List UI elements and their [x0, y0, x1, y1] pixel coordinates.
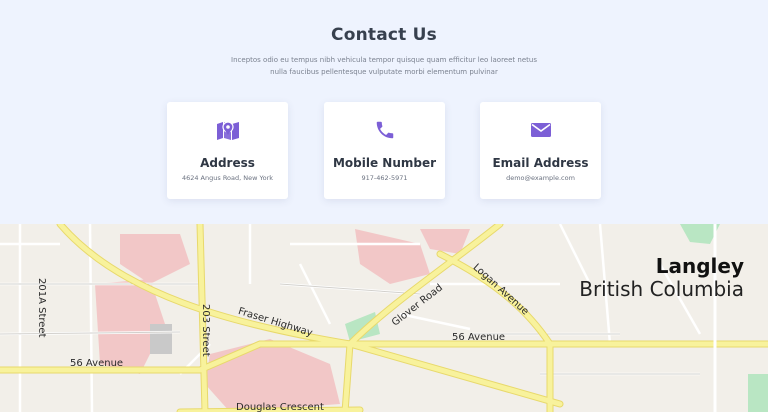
- map-zone: [355, 229, 430, 284]
- map-park: [345, 312, 380, 342]
- email-value: demo@example.com: [506, 174, 575, 182]
- address-value: 4624 Angus Road, New York: [181, 174, 274, 182]
- map-park: [748, 374, 768, 412]
- mobile-title: Mobile Number: [332, 156, 437, 170]
- mobile-card: Mobile Number 917-462-5971: [324, 102, 445, 199]
- address-title: Address: [200, 156, 255, 170]
- envelope-icon: [528, 117, 554, 143]
- email-title: Email Address: [492, 156, 589, 170]
- map-building: [150, 324, 172, 354]
- street-label-56-ave-left: 56 Avenue: [70, 358, 124, 369]
- map-icon: [215, 117, 241, 143]
- embedded-map[interactable]: Langley British Columbia 201A Street 203…: [0, 224, 768, 412]
- city-label: Langley: [655, 254, 744, 278]
- street-label-douglas: Douglas Crescent: [236, 402, 324, 412]
- region-label: British Columbia: [579, 277, 744, 301]
- address-card: Address 4624 Angus Road, New York: [167, 102, 288, 199]
- contact-section: Contact Us Inceptos odio eu tempus nibh …: [0, 0, 768, 224]
- mobile-value: 917-462-5971: [361, 174, 408, 182]
- map-canvas: [0, 224, 768, 412]
- section-description: Inceptos odio eu tempus nibh vehicula te…: [231, 56, 537, 76]
- street-label-56-ave-right: 56 Avenue: [452, 332, 506, 343]
- phone-icon: [372, 117, 398, 143]
- street-label-203: 203 Street: [200, 304, 211, 357]
- street-label-201a: 201A Street: [36, 278, 47, 338]
- email-card: Email Address demo@example.com: [480, 102, 601, 199]
- section-title: Contact Us: [331, 25, 437, 45]
